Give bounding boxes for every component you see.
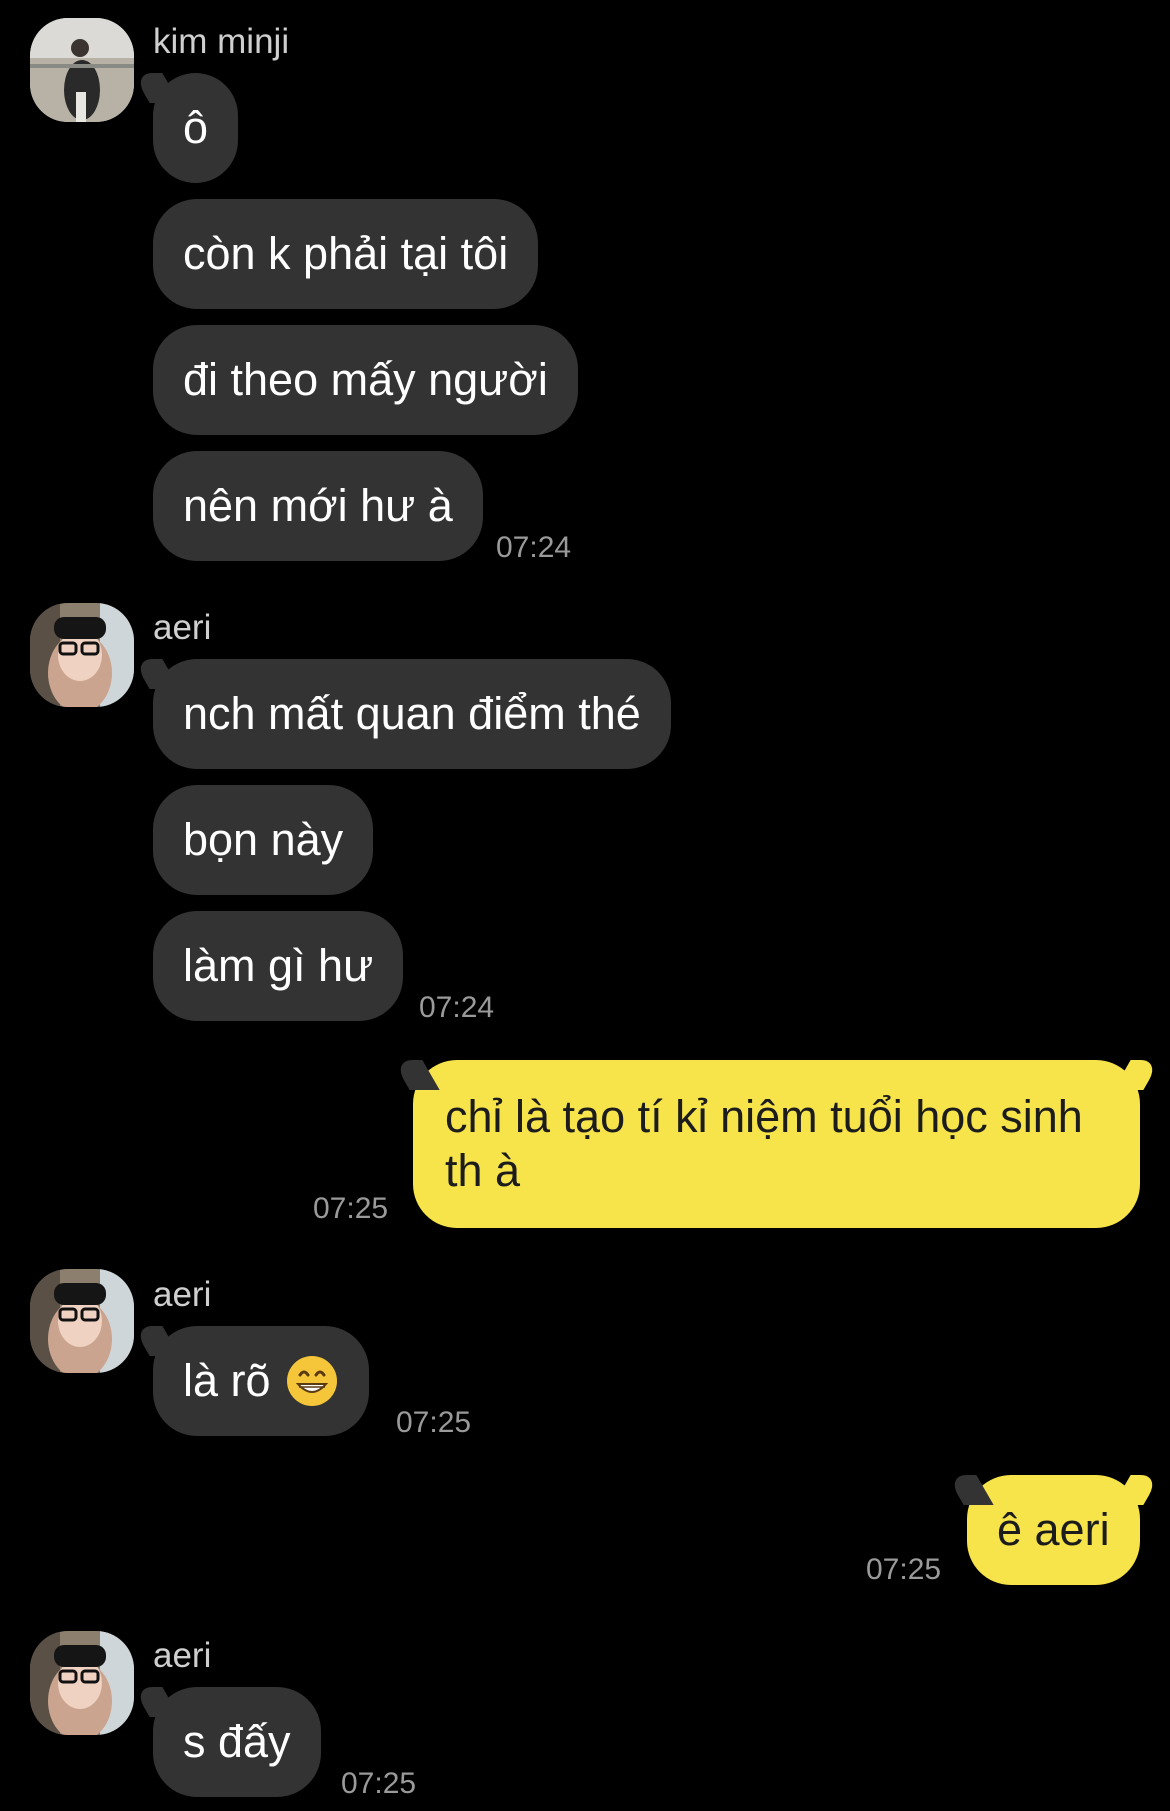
- message-text: s đấy: [183, 1716, 291, 1767]
- message-text: ô: [183, 102, 209, 153]
- message-bubble[interactable]: bọn này: [153, 785, 374, 895]
- message-bubble[interactable]: là rõ: [153, 1326, 369, 1436]
- message-timestamp: 07:24: [496, 531, 572, 564]
- message-text: là rõ: [183, 1355, 271, 1406]
- message-timestamp: 07:25: [341, 1767, 417, 1800]
- message-text: nên mới hư à: [183, 480, 453, 531]
- message-text: còn k phải tại tôi: [183, 228, 509, 279]
- message-bubble[interactable]: nch mất quan điểm thé: [153, 659, 671, 769]
- message-timestamp: 07:25: [396, 1406, 472, 1439]
- sender-name: aeri: [153, 1636, 212, 1675]
- message-bubble[interactable]: ô: [153, 73, 239, 183]
- grinning-face-icon: [285, 1354, 339, 1408]
- message-bubble[interactable]: s đấy: [153, 1687, 321, 1797]
- message-text: đi theo mấy người: [183, 354, 548, 405]
- message-text: làm gì hư: [183, 940, 374, 991]
- message-bubble-outgoing[interactable]: ê aeri: [967, 1475, 1140, 1585]
- avatar-aeri[interactable]: [30, 603, 134, 707]
- profile-photo-icon: [30, 1631, 134, 1735]
- message-timestamp: 07:25: [866, 1553, 942, 1586]
- profile-photo-icon: [30, 603, 134, 707]
- message-bubble[interactable]: làm gì hư: [153, 911, 404, 1021]
- message-bubble[interactable]: còn k phải tại tôi: [153, 199, 539, 309]
- avatar-aeri[interactable]: [30, 1269, 134, 1373]
- message-bubble-outgoing[interactable]: chỉ là tạo tí kỉ niệm tuổi học sinh th à: [413, 1060, 1140, 1228]
- sender-name: aeri: [153, 608, 212, 647]
- message-timestamp: 07:25: [313, 1192, 389, 1225]
- avatar-kim-minji[interactable]: [30, 18, 134, 122]
- avatar-aeri[interactable]: [30, 1631, 134, 1735]
- message-bubble[interactable]: nên mới hư à: [153, 451, 483, 561]
- profile-photo-icon: [30, 1269, 134, 1373]
- sender-name: aeri: [153, 1275, 212, 1314]
- message-bubble[interactable]: đi theo mấy người: [153, 325, 578, 435]
- message-text: chỉ là tạo tí kỉ niệm tuổi học sinh th à: [445, 1091, 1083, 1196]
- message-timestamp: 07:24: [419, 991, 495, 1024]
- profile-photo-icon: [30, 18, 134, 122]
- message-text: nch mất quan điểm thé: [183, 688, 641, 739]
- message-text: ê aeri: [997, 1504, 1110, 1555]
- message-text: bọn này: [183, 814, 344, 865]
- sender-name: kim minji: [153, 22, 290, 61]
